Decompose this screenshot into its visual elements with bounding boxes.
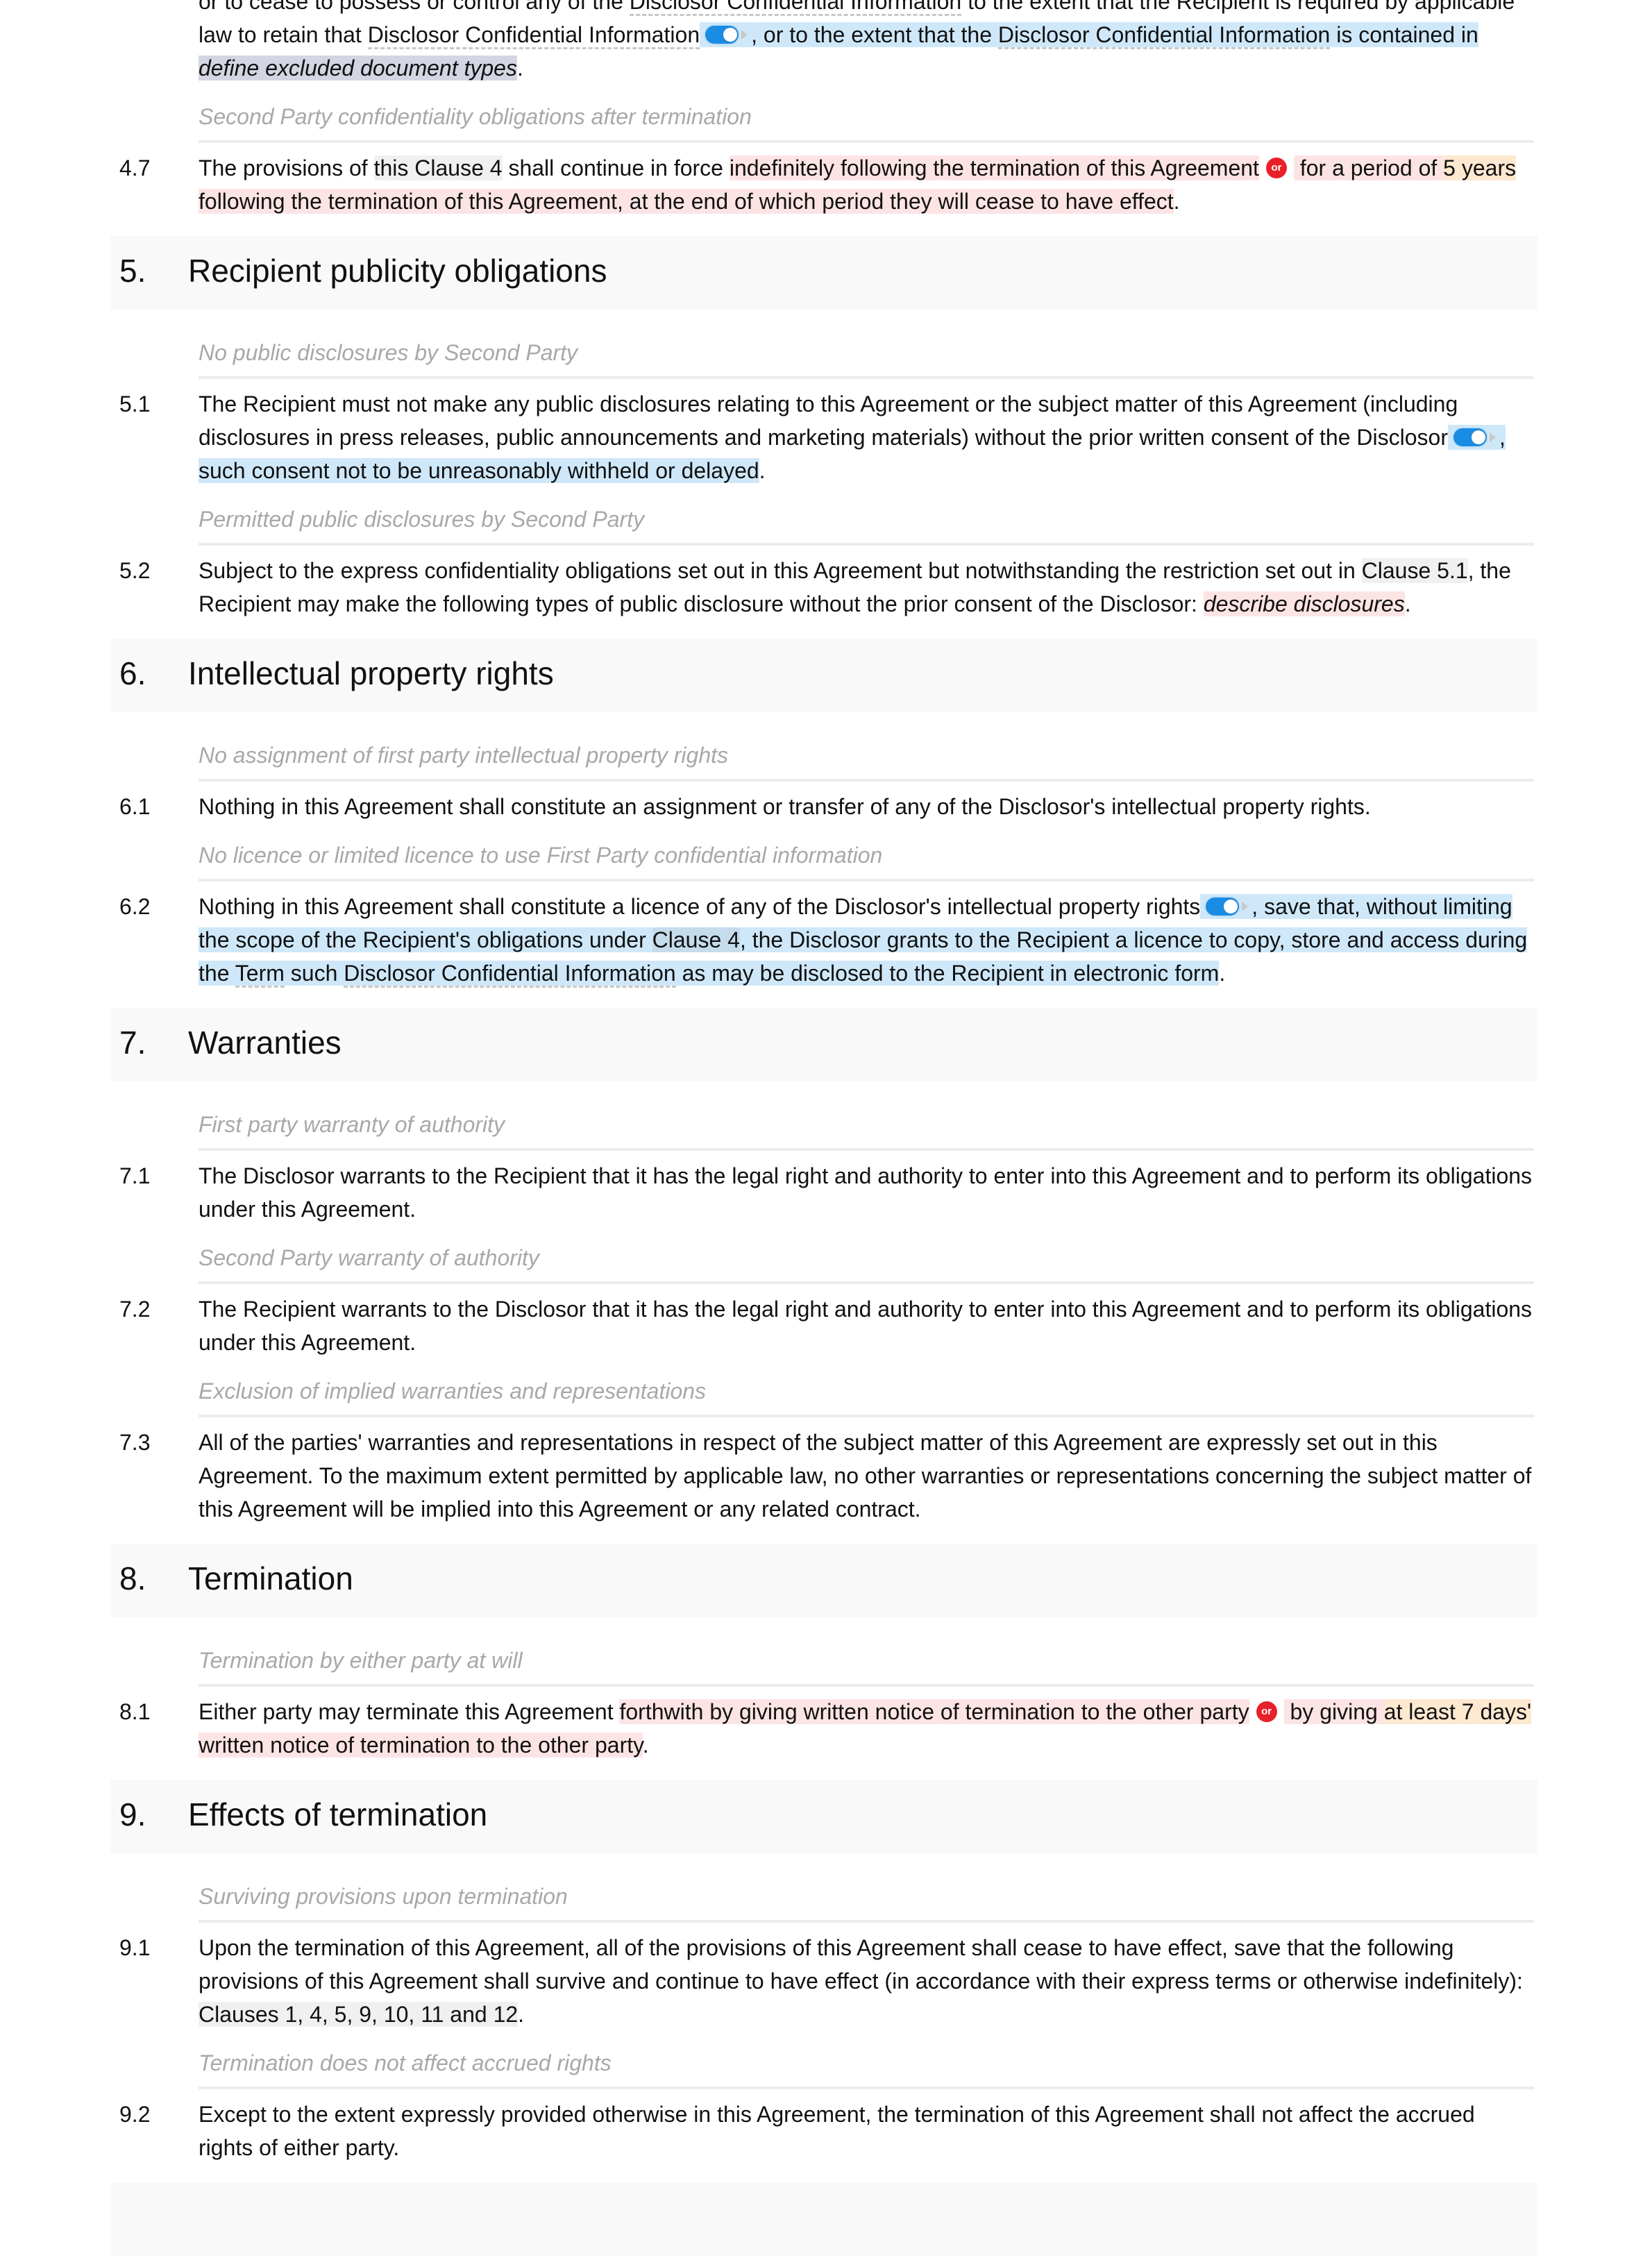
subheading: No assignment of first party intellectua… <box>199 723 1534 782</box>
optional-toggle[interactable] <box>705 25 748 44</box>
clause-8-1: 8.1 Either party may terminate this Agre… <box>0 1695 1652 1762</box>
subheading: Permitted public disclosures by Second P… <box>199 487 1534 546</box>
subheading: Termination does not affect accrued righ… <box>199 2031 1534 2089</box>
clause-number: 9.1 <box>119 1935 151 1960</box>
defined-term[interactable]: Disclosor Confidential Information <box>344 961 676 988</box>
variable-field[interactable]: 5 years <box>1443 155 1517 180</box>
or-badge-icon[interactable]: or <box>1256 1701 1277 1722</box>
clause-reference[interactable]: Clause 4 <box>652 927 740 952</box>
optional-text[interactable]: , or to the extent that the Disclosor Co… <box>700 22 1478 49</box>
section-title: Effects of termination <box>188 1796 488 1832</box>
toggle-knob <box>723 27 738 42</box>
optional-toggle[interactable] <box>1206 897 1249 916</box>
clause-6-1: 6.1 Nothing in this Agreement shall cons… <box>0 790 1652 823</box>
clause-number: 7.1 <box>119 1163 151 1188</box>
clause-reference[interactable]: Clause 5.1 <box>1361 558 1468 583</box>
section-number: 7. <box>119 1025 146 1061</box>
clause-number: 5.1 <box>119 391 151 416</box>
placeholder-field[interactable]: describe disclosures <box>1203 591 1405 616</box>
subheading: First party warranty of authority <box>199 1093 1534 1151</box>
section-heading-7: 7. Warranties <box>110 1008 1537 1081</box>
section-heading-9: 9. Effects of termination <box>110 1780 1537 1853</box>
defined-term[interactable]: Disclosor Confidential Information <box>997 22 1331 49</box>
clause-number: 8.1 <box>119 1699 151 1724</box>
clause-reference[interactable]: Clauses 1, 4, 5, 9, 10, 11 and 12 <box>199 2002 519 2027</box>
section-title: Intellectual property rights <box>188 655 554 691</box>
section-number: 6. <box>119 655 146 691</box>
clause-number: 9.2 <box>119 2102 151 2127</box>
clause-6-2: 6.2 Nothing in this Agreement shall cons… <box>0 890 1652 990</box>
clause-number: 7.3 <box>119 1430 151 1455</box>
optional-toggle[interactable] <box>1453 428 1497 446</box>
section-number: 9. <box>119 1796 146 1832</box>
section-heading-8: 8. Termination <box>110 1544 1537 1617</box>
clause-9-2: 9.2 Except to the extent expressly provi… <box>0 2098 1652 2164</box>
clause-4-7: 4.7 The provisions of this Clause 4 shal… <box>0 151 1652 218</box>
section-heading-6: 6. Intellectual property rights <box>110 639 1537 712</box>
expand-arrow-icon <box>1489 432 1496 442</box>
subheading: Second Party confidentiality obligations… <box>199 85 1534 143</box>
clause-reference[interactable]: this Clause 4 <box>373 155 503 180</box>
subheading: Second Party warranty of authority <box>199 1226 1534 1284</box>
or-badge-icon[interactable]: or <box>1265 157 1287 178</box>
clause-number: 5.2 <box>119 558 151 583</box>
defined-term[interactable]: Term <box>235 961 285 988</box>
subheading: Termination by either party at will <box>199 1628 1534 1687</box>
section-heading-5: 5. Recipient publicity obligations <box>110 236 1537 310</box>
subheading: Exclusion of implied warranties and repr… <box>199 1359 1534 1417</box>
subheading: No licence or limited licence to use Fir… <box>199 823 1534 882</box>
section-title: Termination <box>188 1560 353 1596</box>
expand-arrow-icon <box>741 29 748 40</box>
alternative-option-a[interactable]: indefinitely following the termination o… <box>729 155 1259 180</box>
document: or to cease to possess or control any of… <box>0 0 1652 2267</box>
clause-5-2: 5.2 Subject to the express confidentiali… <box>0 554 1652 621</box>
clause-number: 7.2 <box>119 1297 151 1322</box>
toggle-knob <box>1224 899 1238 913</box>
clause-5-1: 5.1 The Recipient must not make any publ… <box>0 387 1652 487</box>
toggle-knob <box>1471 430 1485 444</box>
section-number: 8. <box>119 1560 146 1596</box>
section-title: Recipient publicity obligations <box>188 253 607 289</box>
clause-number: 6.1 <box>119 794 151 819</box>
section-heading-next <box>110 2182 1537 2256</box>
clause-7-1: 7.1 The Disclosor warrants to the Recipi… <box>0 1159 1652 1226</box>
clause-number: 4.7 <box>119 155 151 180</box>
clause-7-3: 7.3 All of the parties' warranties and r… <box>0 1426 1652 1526</box>
defined-term[interactable]: Disclosor Confidential Information <box>629 0 962 16</box>
subheading: Surviving provisions upon termination <box>199 1864 1534 1923</box>
placeholder-field[interactable]: define excluded document types <box>199 56 517 81</box>
expand-arrow-icon <box>1242 901 1249 911</box>
variable-field[interactable]: at least 7 days' <box>1383 1699 1532 1724</box>
clause-number: 6.2 <box>119 894 151 919</box>
subheading: No public disclosures by Second Party <box>199 321 1534 379</box>
alternative-option-a[interactable]: forthwith by giving written notice of te… <box>619 1699 1249 1724</box>
clause-7-2: 7.2 The Recipient warrants to the Disclo… <box>0 1292 1652 1359</box>
clause-4-6-continuation: or to cease to possess or control any of… <box>0 0 1652 85</box>
section-title: Warranties <box>188 1025 342 1061</box>
clause-9-1: 9.1 Upon the termination of this Agreeme… <box>0 1931 1652 2031</box>
section-number: 5. <box>119 253 146 289</box>
defined-term[interactable]: Disclosor Confidential Information <box>367 22 700 49</box>
